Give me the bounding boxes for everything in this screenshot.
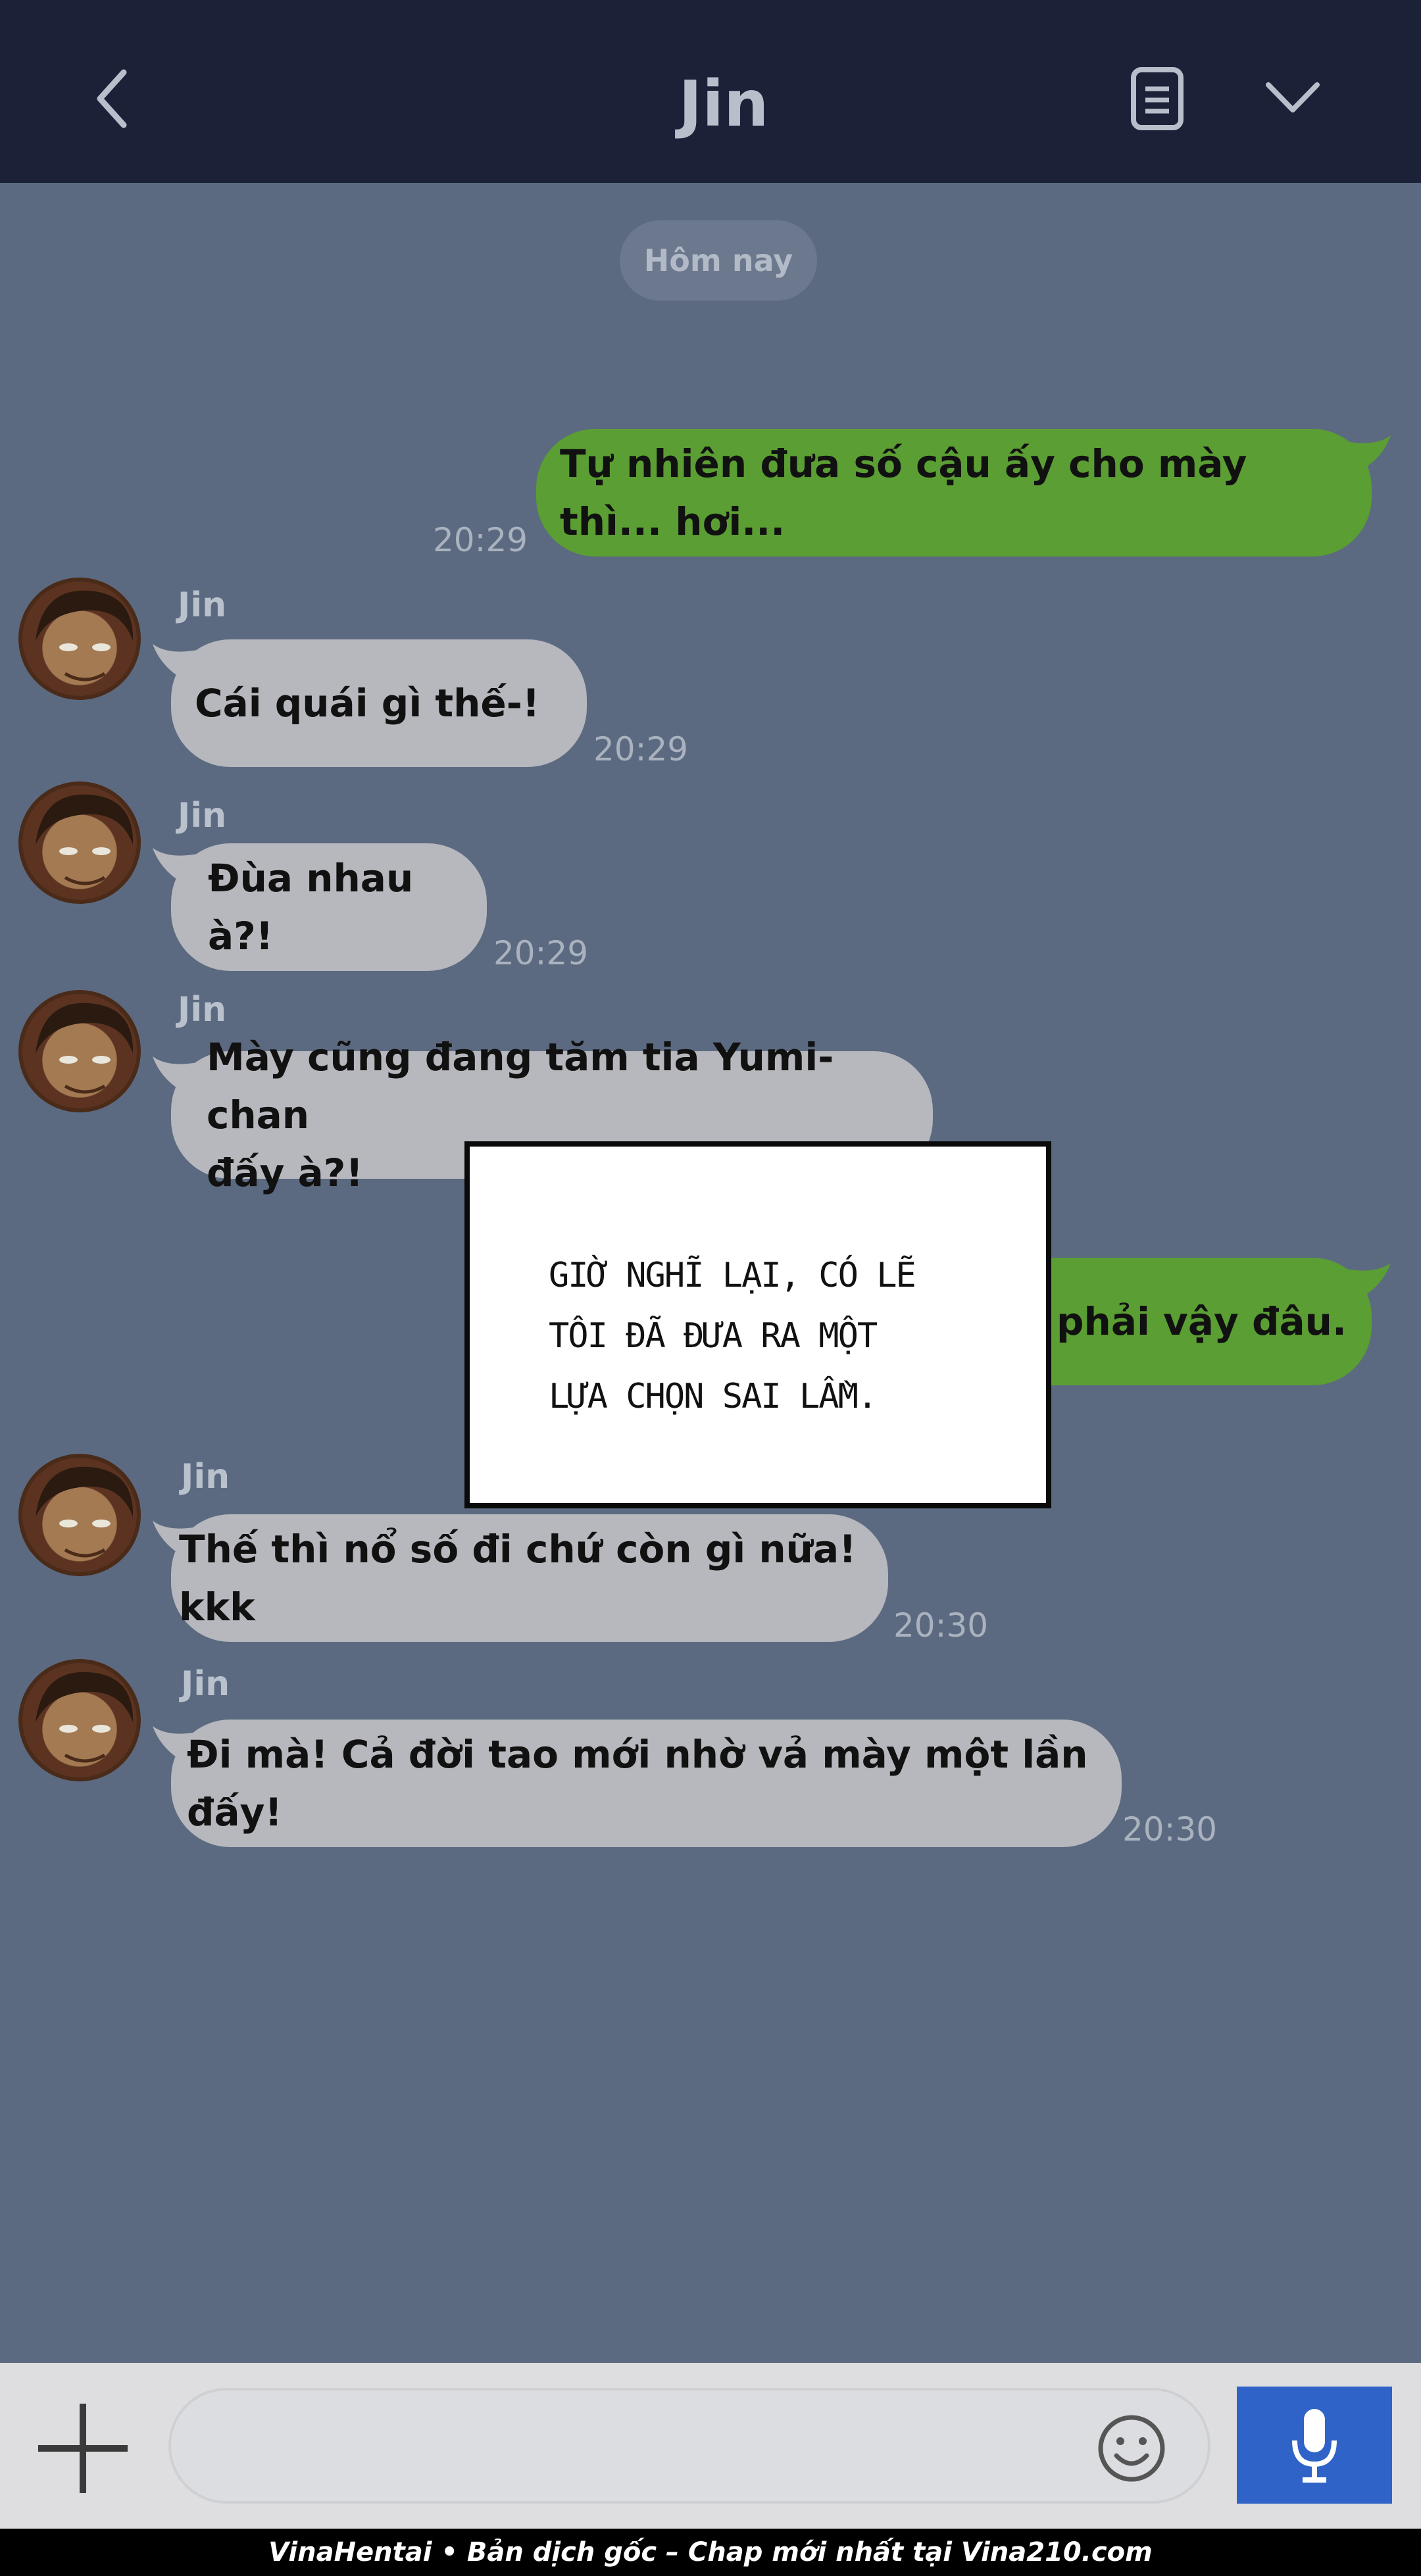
- message-text-line: Mày cũng đang tăm tia Yumi-chan: [207, 1035, 834, 1137]
- menu-button[interactable]: [1263, 76, 1322, 122]
- message-text: Đùa nhau à?!: [208, 856, 414, 958]
- avatar-face-icon: [36, 1466, 134, 1558]
- message-text: Đi mà! Cả đời tao mới nhờ vả mày một lần…: [187, 1732, 1088, 1835]
- chevron-down-icon: [1266, 82, 1320, 112]
- message-bubble-outgoing[interactable]: Tự nhiên đưa số cậu ấy cho mày thì... hơ…: [536, 429, 1372, 557]
- message-bubble-incoming[interactable]: Cái quái gì thế-!: [171, 639, 587, 767]
- caption-box: GIỜ NGHĨ LẠI, CÓ LẼ TÔI ĐÃ ĐƯA RA MỘT LỰ…: [464, 1141, 1051, 1508]
- plus-icon: [38, 2404, 128, 2493]
- smiley-icon: [1098, 2415, 1165, 2482]
- sender-name: Jin: [181, 1457, 230, 1497]
- caption-text: GIỜ NGHĨ LẠI, CÓ LẼ TÔI ĐÃ ĐƯA RA MỘT LỰ…: [549, 1245, 996, 1427]
- add-attachment-button[interactable]: [36, 2401, 130, 2496]
- message-text: g phải vậy đâu.: [1016, 1299, 1347, 1344]
- avatar-face-icon: [36, 1672, 134, 1763]
- avatar[interactable]: [18, 1659, 141, 1781]
- watermark-footer: VinaHentai • Bản dịch gốc – Chap mới nhấ…: [0, 2529, 1421, 2576]
- message-time: 20:29: [433, 521, 528, 559]
- avatar[interactable]: [18, 990, 141, 1112]
- voice-record-button[interactable]: [1237, 2387, 1392, 2504]
- notes-icon: [1131, 67, 1184, 130]
- caption-line: LỰA CHỌN SAI LẦM.: [549, 1377, 878, 1416]
- sender-name: Jin: [181, 1664, 230, 1704]
- message-text-line: đấy à?!: [207, 1151, 363, 1195]
- sender-name: Jin: [178, 796, 227, 835]
- emoji-button[interactable]: [1095, 2412, 1168, 2485]
- message-bubble-incoming[interactable]: Đùa nhau à?!: [171, 843, 487, 971]
- chat-header: Jin: [0, 0, 1421, 183]
- back-button[interactable]: [86, 62, 138, 135]
- message-text: Tự nhiên đưa số cậu ấy cho mày thì... hơ…: [560, 441, 1247, 544]
- input-bar: [0, 2363, 1421, 2529]
- avatar[interactable]: [18, 578, 141, 700]
- caption-line: TÔI ĐÃ ĐƯA RA MỘT: [549, 1316, 878, 1356]
- message-bubble-incoming[interactable]: Thế thì nổ số đi chứ còn gì nữa! kkk: [171, 1514, 888, 1642]
- avatar-face-icon: [36, 794, 134, 885]
- microphone-icon: [1292, 2409, 1337, 2483]
- message-text: Thế thì nổ số đi chứ còn gì nữa! kkk: [179, 1527, 857, 1629]
- sender-name: Jin: [178, 585, 227, 625]
- message-text: Cái quái gì thế-!: [195, 681, 540, 726]
- message-input[interactable]: [168, 2388, 1210, 2504]
- avatar[interactable]: [18, 781, 141, 904]
- message-time: 20:30: [1122, 1810, 1218, 1848]
- avatar-face-icon: [36, 1003, 134, 1094]
- notes-button[interactable]: [1128, 66, 1187, 132]
- message-time: 20:30: [893, 1606, 989, 1645]
- avatar-face-icon: [36, 590, 134, 681]
- message-bubble-incoming[interactable]: Đi mà! Cả đời tao mới nhờ vả mày một lần…: [171, 1720, 1122, 1847]
- chat-title: Jin: [678, 67, 769, 141]
- caption-line: GIỜ NGHĨ LẠI, CÓ LẼ: [549, 1256, 916, 1295]
- sender-name: Jin: [178, 990, 227, 1029]
- message-time: 20:29: [493, 934, 589, 972]
- chevron-left-icon: [97, 69, 127, 128]
- message-time: 20:29: [593, 730, 689, 768]
- avatar[interactable]: [18, 1454, 141, 1576]
- date-separator: Hôm nay: [620, 220, 817, 301]
